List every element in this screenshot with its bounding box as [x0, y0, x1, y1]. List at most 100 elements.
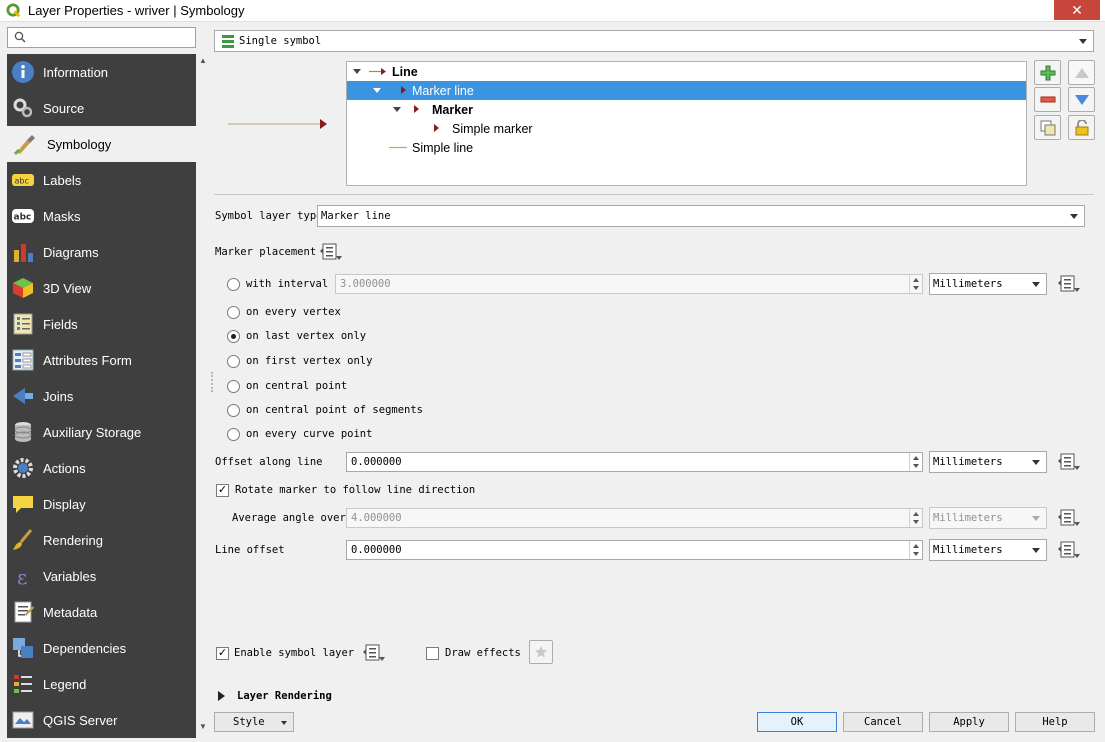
sidebar-item-joins[interactable]: Joins: [7, 378, 196, 414]
offset-along-line-spinbox[interactable]: 0.000000: [346, 452, 923, 472]
close-button[interactable]: ✕: [1054, 0, 1100, 20]
data-defined-override-icon[interactable]: [1058, 541, 1080, 559]
sidebar-item-fields[interactable]: Fields: [7, 306, 196, 342]
sidebar-item-label: Masks: [43, 208, 81, 224]
scroll-down-icon[interactable]: ▼: [199, 722, 207, 731]
sidebar-scrollbar[interactable]: ▲ ▼: [197, 54, 209, 738]
with-interval-label: with interval: [246, 278, 329, 290]
help-button[interactable]: Help: [1015, 712, 1095, 732]
source-icon: [11, 96, 35, 120]
offset-unit-select[interactable]: Millimeters: [929, 451, 1047, 473]
diagrams-icon: [11, 240, 35, 264]
sidebar-item-symbology[interactable]: Symbology: [7, 126, 196, 162]
spin-arrows[interactable]: [909, 453, 922, 471]
renderer-type-select[interactable]: Single symbol: [214, 30, 1094, 52]
marker-placement-label: Marker placement: [215, 246, 317, 258]
collapse-arrow-icon[interactable]: [218, 691, 225, 701]
tree-item-simple-line[interactable]: Simple line: [347, 138, 1026, 157]
add-symbol-layer-button[interactable]: [1034, 60, 1061, 85]
rotate-marker-checkbox[interactable]: ✓: [216, 484, 229, 497]
cancel-button[interactable]: Cancel: [843, 712, 923, 732]
remove-symbol-layer-button[interactable]: [1034, 87, 1061, 112]
tree-item-simple-marker[interactable]: Simple marker: [347, 119, 1026, 138]
sidebar-item-variables[interactable]: ε Variables: [7, 558, 196, 594]
sidebar-item-display[interactable]: Display: [7, 486, 196, 522]
placement-central-segments-radio[interactable]: [227, 404, 240, 417]
tree-item-marker-line[interactable]: Marker line: [347, 81, 1026, 100]
line-offset-spinbox[interactable]: 0.000000: [346, 540, 923, 560]
average-angle-label: Average angle over: [232, 512, 346, 524]
scroll-up-icon[interactable]: ▲: [199, 56, 207, 65]
minus-icon: [1040, 96, 1055, 102]
average-angle-unit-select[interactable]: Millimeters: [929, 507, 1047, 529]
placement-central-point-radio[interactable]: [227, 380, 240, 393]
draw-effects-checkbox[interactable]: [426, 647, 439, 660]
sidebar-item-masks[interactable]: abc Masks: [7, 198, 196, 234]
line-offset-value: 0.000000: [351, 544, 402, 556]
placement-with-interval-radio[interactable]: [227, 278, 240, 291]
search-input[interactable]: [7, 27, 196, 48]
sidebar-item-attributes-form[interactable]: Attributes Form: [7, 342, 196, 378]
placement-first-vertex-radio[interactable]: [227, 355, 240, 368]
expand-icon[interactable]: [373, 88, 381, 93]
splitter-handle[interactable]: [211, 372, 213, 392]
offset-along-line-value: 0.000000: [351, 456, 402, 468]
apply-button[interactable]: Apply: [929, 712, 1009, 732]
sidebar-item-metadata[interactable]: Metadata: [7, 594, 196, 630]
ok-button[interactable]: OK: [757, 712, 837, 732]
enable-symbol-layer-checkbox[interactable]: ✓: [216, 647, 229, 660]
interval-spinbox[interactable]: 3.000000: [335, 274, 923, 294]
data-defined-override-icon[interactable]: [1058, 275, 1080, 293]
sidebar-item-qgis-server[interactable]: QGIS Server: [7, 702, 196, 738]
line-offset-unit-select[interactable]: Millimeters: [929, 539, 1047, 561]
style-button[interactable]: Style: [214, 712, 294, 732]
data-defined-override-icon[interactable]: [1058, 509, 1080, 527]
spin-arrows[interactable]: [909, 275, 922, 293]
sidebar-item-label: Labels: [43, 172, 82, 188]
symbol-layer-tree[interactable]: Line Marker line Marker Simple marker Si…: [346, 61, 1027, 186]
average-angle-spinbox[interactable]: 4.000000: [346, 508, 923, 528]
data-defined-override-icon[interactable]: [1058, 453, 1080, 471]
chevron-down-icon: [1032, 516, 1040, 521]
tree-item-marker[interactable]: Marker: [347, 100, 1026, 119]
placement-last-vertex-radio[interactable]: [227, 330, 240, 343]
expand-icon[interactable]: [353, 69, 361, 74]
every-vertex-label: on every vertex: [246, 306, 341, 318]
offset-unit-value: Millimeters: [933, 456, 1003, 468]
move-down-button[interactable]: [1068, 87, 1095, 112]
placement-curve-point-radio[interactable]: [227, 428, 240, 441]
central-point-label: on central point: [246, 380, 348, 392]
sidebar-item-legend[interactable]: Legend: [7, 666, 196, 702]
duplicate-symbol-layer-button[interactable]: [1034, 115, 1061, 140]
line-offset-label: Line offset: [215, 544, 285, 556]
chevron-down-icon: [1032, 282, 1040, 287]
interval-unit-select[interactable]: Millimeters: [929, 273, 1047, 295]
lock-color-button[interactable]: [1068, 115, 1095, 140]
symbol-layer-type-label: Symbol layer type: [215, 210, 323, 222]
sidebar-item-labels[interactable]: abc Labels: [7, 162, 196, 198]
tree-item-line[interactable]: Line: [347, 62, 1026, 81]
sidebar-item-information[interactable]: Information: [7, 54, 196, 90]
symbol-layer-type-select[interactable]: Marker line: [317, 205, 1085, 227]
effects-settings-button[interactable]: [529, 640, 553, 664]
sidebar-item-diagrams[interactable]: Diagrams: [7, 234, 196, 270]
sidebar-item-label: Fields: [43, 316, 78, 332]
data-defined-override-icon[interactable]: [320, 243, 342, 261]
gear-icon: [11, 456, 35, 480]
sidebar-item-source[interactable]: Source: [7, 90, 196, 126]
move-up-button[interactable]: [1068, 60, 1095, 85]
sidebar-item-dependencies[interactable]: Dependencies: [7, 630, 196, 666]
data-defined-override-icon[interactable]: [363, 644, 385, 662]
placement-every-vertex-radio[interactable]: [227, 306, 240, 319]
spin-arrows[interactable]: [909, 541, 922, 559]
sidebar-item-label: Metadata: [43, 604, 98, 620]
sidebar-item-3d-view[interactable]: 3D View: [7, 270, 196, 306]
sidebar-item-label: Dependencies: [43, 640, 127, 656]
layer-rendering-label[interactable]: Layer Rendering: [237, 690, 332, 702]
spin-arrows[interactable]: [909, 509, 922, 527]
chevron-down-icon: [1079, 39, 1087, 44]
expand-icon[interactable]: [393, 107, 401, 112]
sidebar-item-auxiliary-storage[interactable]: Auxiliary Storage: [7, 414, 196, 450]
sidebar-item-rendering[interactable]: Rendering: [7, 522, 196, 558]
sidebar-item-actions[interactable]: Actions: [7, 450, 196, 486]
